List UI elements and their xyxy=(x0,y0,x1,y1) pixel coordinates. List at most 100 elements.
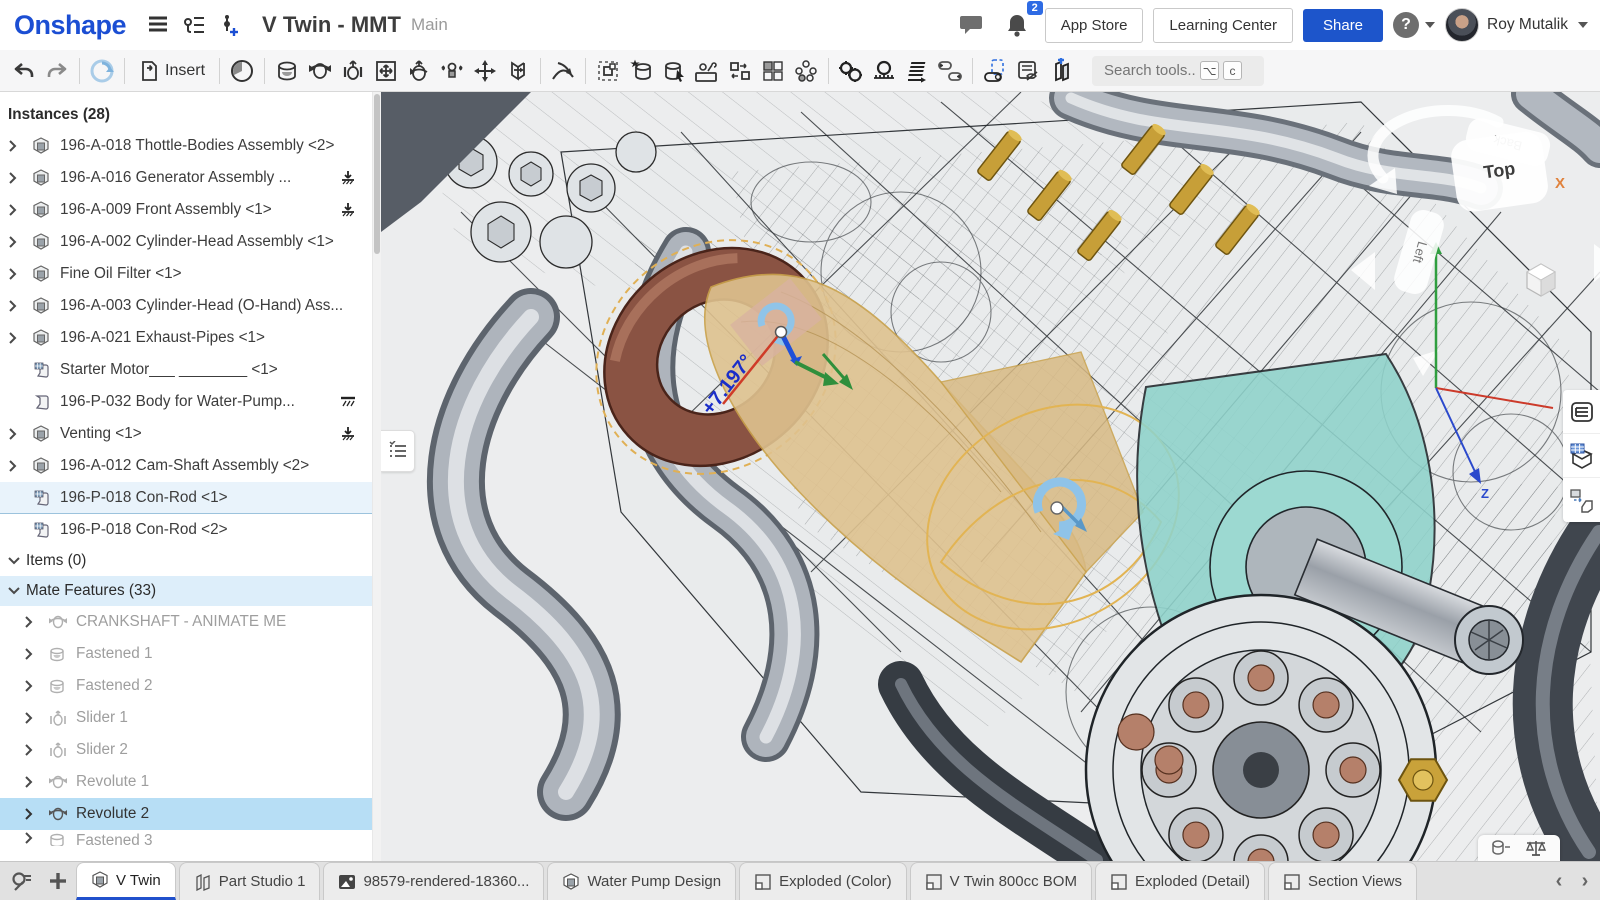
tab-v-twin-800cc-bom[interactable]: V Twin 800cc BOM xyxy=(910,862,1092,900)
pin-slot-mate-icon[interactable] xyxy=(436,55,468,87)
rotate-right-arrow[interactable] xyxy=(1594,244,1600,282)
mate-row[interactable]: Revolute 1 xyxy=(0,766,372,798)
search-tools[interactable]: ⌥ c xyxy=(1092,56,1264,86)
scroll-left-icon[interactable]: ‹ xyxy=(1548,870,1570,893)
tab-exploded-color[interactable]: Exploded (Color) xyxy=(739,862,907,900)
mate-row[interactable]: Fastened 3 xyxy=(0,830,372,846)
tangent-mate-icon[interactable] xyxy=(547,55,579,87)
mate-row[interactable]: CRANKSHAFT - ANIMATE ME xyxy=(0,606,372,638)
rack-pinion-relation-icon[interactable] xyxy=(868,55,900,87)
instance-row[interactable]: 196-A-002 Cylinder-Head Assembly <1> xyxy=(0,226,372,258)
mate-row[interactable]: Slider 2 xyxy=(0,734,372,766)
search-tools-input[interactable] xyxy=(1104,62,1196,79)
learning-center-button[interactable]: Learning Center xyxy=(1153,8,1293,43)
branch-create-icon[interactable] xyxy=(212,7,248,43)
scrollbar-thumb[interactable] xyxy=(374,94,380,254)
instance-row-selected[interactable]: 196-P-018 Con-Rod <1> xyxy=(0,482,372,514)
sidebar-scrollbar[interactable] xyxy=(372,92,381,861)
mate-row[interactable]: Slider 1 xyxy=(0,702,372,734)
redo-icon[interactable] xyxy=(41,55,73,87)
list-toggle-icon[interactable] xyxy=(381,430,415,472)
circular-pattern-icon[interactable] xyxy=(790,55,822,87)
assembly-icon xyxy=(32,425,52,443)
group-icon[interactable] xyxy=(592,55,624,87)
app-store-button[interactable]: App Store xyxy=(1045,8,1144,43)
feature-list-panel-icon[interactable] xyxy=(1563,390,1600,434)
workspace-name[interactable]: Main xyxy=(411,15,448,35)
mate-row-selected[interactable]: Revolute 2 xyxy=(0,798,372,830)
help-menu[interactable]: ? xyxy=(1393,12,1435,38)
cylindrical-mate-icon[interactable] xyxy=(403,55,435,87)
insert-button[interactable]: Insert xyxy=(131,55,213,87)
named-positions-icon[interactable] xyxy=(226,55,258,87)
instance-row[interactable]: 196-A-016 Generator Assembly ... xyxy=(0,162,372,194)
planar-mate-icon[interactable] xyxy=(370,55,402,87)
caret-down-icon xyxy=(1425,22,1435,28)
share-button[interactable]: Share xyxy=(1303,9,1383,42)
mate-connector-icon[interactable] xyxy=(625,55,657,87)
tab-water-pump-design[interactable]: Water Pump Design xyxy=(547,862,736,900)
implicit-mate-connector-icon[interactable] xyxy=(658,55,690,87)
offset-relation-icon[interactable] xyxy=(934,55,966,87)
fastened-mate-icon[interactable] xyxy=(271,55,303,87)
instances-header[interactable]: Instances (28) xyxy=(0,100,372,130)
slider-mate-icon[interactable] xyxy=(337,55,369,87)
instance-row[interactable]: 196-A-018 Thottle-Bodies Assembly <2> xyxy=(0,130,372,162)
replicate-icon[interactable] xyxy=(691,55,723,87)
instance-row[interactable]: Starter Motor___ ________ <1> xyxy=(0,354,372,386)
display-states-icon[interactable] xyxy=(1012,55,1044,87)
tab-part-studio-1[interactable]: Part Studio 1 xyxy=(179,862,321,900)
bom-panel-icon[interactable] xyxy=(1563,434,1600,478)
drawing-icon xyxy=(1110,873,1128,891)
instance-row[interactable]: 196-A-003 Cylinder-Head (O-Hand) Ass... xyxy=(0,290,372,322)
notifications-bell-icon[interactable]: 2 xyxy=(999,7,1035,43)
hamburger-icon[interactable] xyxy=(140,7,176,43)
version-tree-icon[interactable] xyxy=(176,7,212,43)
section-tool-icon[interactable] xyxy=(1491,839,1511,857)
instance-row[interactable]: Venting <1> xyxy=(0,418,372,450)
grounded-icon xyxy=(340,202,356,218)
tab-section-views[interactable]: Section Views xyxy=(1268,862,1417,900)
instance-row[interactable]: 196-A-012 Cam-Shaft Assembly <2> xyxy=(0,450,372,482)
revolute-mate-icon xyxy=(48,774,68,790)
onshape-logo[interactable]: Onshape xyxy=(14,10,126,41)
in-context-panel-icon[interactable] xyxy=(1563,478,1600,522)
instance-row[interactable]: 196-A-009 Front Assembly <1> xyxy=(0,194,372,226)
instance-row[interactable]: 196-P-032 Body for Water-Pump... xyxy=(0,386,372,418)
interference-icon[interactable] xyxy=(1045,55,1077,87)
exploded-views-icon[interactable] xyxy=(979,55,1011,87)
engine-render[interactable]: +7.197° xyxy=(381,92,1600,861)
tab-rendered-image[interactable]: 98579-rendered-18360... xyxy=(323,862,544,900)
linear-pattern-icon[interactable] xyxy=(757,55,789,87)
instance-row[interactable]: 196-P-018 Con-Rod <2> xyxy=(0,514,372,546)
instance-row[interactable]: 196-A-021 Exhaust-Pipes <1> xyxy=(0,322,372,354)
tab-search-icon[interactable] xyxy=(4,862,40,900)
screw-relation-icon[interactable] xyxy=(901,55,933,87)
help-icon[interactable]: ? xyxy=(1393,12,1419,38)
revolute-mate-icon[interactable] xyxy=(304,55,336,87)
add-tab-icon[interactable] xyxy=(40,862,76,900)
user-menu[interactable]: Roy Mutalik xyxy=(1445,8,1588,42)
transfer-icon[interactable] xyxy=(724,55,756,87)
measure-scales-icon[interactable] xyxy=(1525,839,1547,857)
viewport-3d[interactable]: +7.197° xyxy=(381,92,1600,861)
tab-exploded-detail[interactable]: Exploded (Detail) xyxy=(1095,862,1265,900)
avatar[interactable] xyxy=(1445,8,1479,42)
undo-icon[interactable] xyxy=(8,55,40,87)
mate-features-header[interactable]: Mate Features (33) xyxy=(0,576,372,606)
mate-row[interactable]: Fastened 2 xyxy=(0,670,372,702)
sync-update-icon[interactable] xyxy=(86,55,118,87)
mate-row[interactable]: Fastened 1 xyxy=(0,638,372,670)
viewcube-top-face[interactable]: Top xyxy=(1449,130,1550,214)
scroll-right-icon[interactable]: › xyxy=(1574,870,1596,893)
header: Onshape V Twin - MMT Main 2 App Store Le… xyxy=(0,0,1600,50)
tab-v-twin[interactable]: V Twin xyxy=(76,862,176,900)
gear-relation-icon[interactable] xyxy=(835,55,867,87)
ball-mate-icon[interactable] xyxy=(469,55,501,87)
items-header[interactable]: Items (0) xyxy=(0,546,372,576)
fixed-icon xyxy=(340,395,356,409)
part-studio-icon xyxy=(194,873,212,891)
instance-row[interactable]: Fine Oil Filter <1> xyxy=(0,258,372,290)
parallel-mate-icon[interactable] xyxy=(502,55,534,87)
comments-icon[interactable] xyxy=(953,7,989,43)
